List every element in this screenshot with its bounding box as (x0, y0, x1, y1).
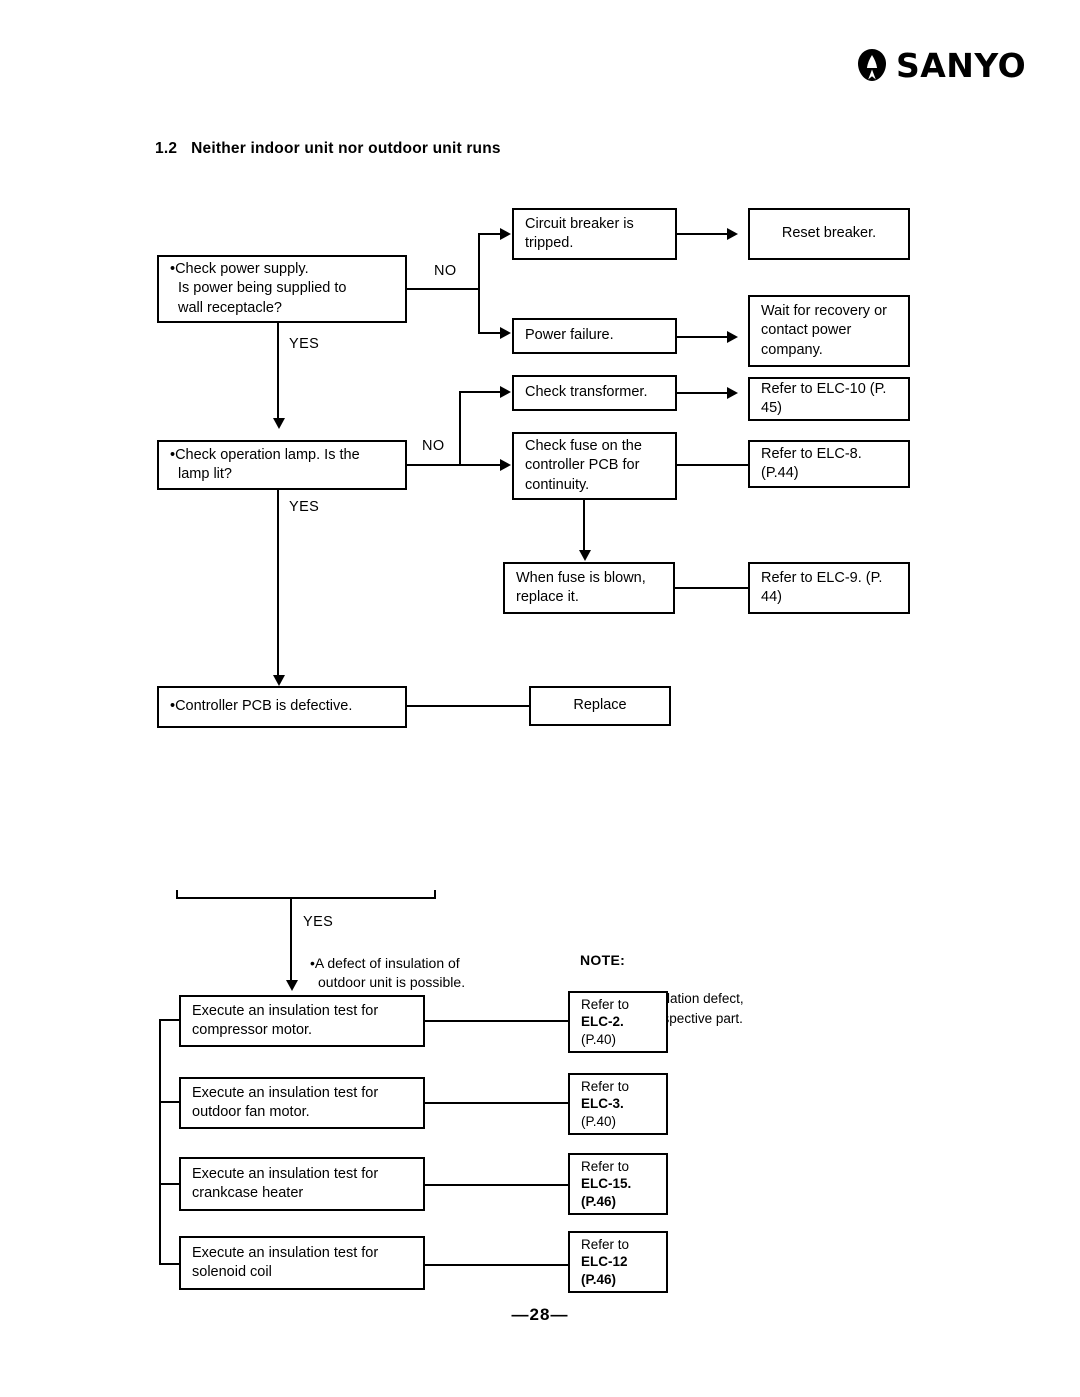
connector-q1-yes (277, 323, 279, 424)
label-q2-yes: YES (289, 499, 320, 515)
connector-q2-to-fuse (459, 464, 506, 466)
arrowhead-to-fuse (500, 459, 511, 471)
connector-pcb-to-replace (407, 705, 529, 707)
label-q1-yes: YES (289, 336, 320, 352)
ref-code-3: ELC-15. (581, 1176, 632, 1192)
arrowhead-to-fuseblown (579, 550, 591, 561)
section-heading: 1.2 Neither indoor unit nor outdoor unit … (155, 140, 501, 158)
label-flow2-yes: YES (303, 914, 334, 930)
connector-fuse-down (583, 500, 585, 555)
connector-fuse-to-elc8 (677, 464, 748, 466)
flow-box-check-operation-lamp: •Check operation lamp. Is the lamp lit? (157, 440, 407, 490)
flow-box-refer-elc8: Refer to ELC-8. (P.44) (748, 440, 910, 488)
flow-box-refer-3: Refer to ELC-15. (P.46) (568, 1153, 668, 1215)
flow-box-refer-elc9: Refer to ELC-9. (P. 44) (748, 562, 910, 614)
arrowhead-to-elc10 (727, 387, 738, 399)
flow-box-insulation-test-3: Execute an insulation test for crankcase… (179, 1157, 425, 1211)
connector-q2-split (459, 392, 461, 466)
sanyo-wordmark: SANYO (896, 45, 1027, 85)
flow-box-controller-pcb-defective: •Controller PCB is defective. (157, 686, 407, 728)
sanyo-logo: SANYO (855, 48, 1026, 82)
flow-box-refer-1: Refer to ELC-2. (P.40) (568, 991, 668, 1053)
connector-spine-row1 (159, 1019, 181, 1021)
spine-insulation-rows (159, 1019, 161, 1263)
ref-page-4: (P.46) (581, 1271, 617, 1287)
ref-page-1: (P.40) (581, 1031, 617, 1047)
connector-spine-row4 (159, 1263, 181, 1265)
flow-box-wait-recovery: Wait for recovery or contact power compa… (748, 295, 910, 367)
connector-q2-yes (277, 490, 279, 680)
connector-breaker-to-reset (677, 233, 733, 235)
connector-transformer-to-elc10 (677, 392, 733, 394)
bracket-right-tick-flow2 (434, 890, 436, 899)
arrowhead-to-transformer (500, 386, 511, 398)
arrowhead-to-wait (727, 331, 738, 343)
flow-box-insulation-test-4: Execute an insulation test for solenoid … (179, 1236, 425, 1290)
connector-q1-no (407, 288, 480, 290)
connector-spine-row2 (159, 1101, 181, 1103)
connector-fuseblown-to-elc9 (675, 587, 748, 589)
ref-code-4: ELC-12 (581, 1254, 628, 1270)
arrowhead-to-powerfail (500, 327, 511, 339)
arrowhead-to-controller-pcb (273, 675, 285, 686)
bracket-left-tick-flow2 (176, 890, 178, 899)
ref-lead-3: Refer to (581, 1158, 630, 1174)
flow-box-check-transformer: Check transformer. (512, 375, 677, 411)
page-number: —28— (511, 1305, 569, 1324)
arrowhead-to-q2 (273, 418, 285, 429)
connector-q1-split (478, 234, 480, 333)
flow-box-replace: Replace (529, 686, 671, 726)
flow-box-circuit-breaker-tripped: Circuit breaker is tripped. (512, 208, 677, 260)
ref-page-2: (P.40) (581, 1113, 617, 1129)
ref-code-1: ELC-2. (581, 1014, 624, 1030)
flow-box-power-failure: Power failure. (512, 318, 677, 354)
arrowhead-to-test-rows (286, 980, 298, 991)
arrowhead-to-breaker (500, 228, 511, 240)
section-number: 1.2 (155, 140, 178, 157)
section-title: Neither indoor unit nor outdoor unit run… (191, 140, 501, 157)
ref-code-2: ELC-3. (581, 1096, 624, 1112)
label-q1-no: NO (434, 263, 457, 279)
connector-q2-to-transformer (459, 391, 506, 393)
arrowhead-to-reset (727, 228, 738, 240)
ref-lead-2: Refer to (581, 1078, 630, 1094)
flow-box-refer-elc10: Refer to ELC-10 (P. 45) (748, 377, 910, 421)
flow-box-insulation-test-2: Execute an insulation test for outdoor f… (179, 1077, 425, 1129)
bracket-top-flow2 (176, 897, 436, 899)
flow-box-insulation-test-1: Execute an insulation test for compresso… (179, 995, 425, 1047)
ref-lead-4: Refer to (581, 1236, 630, 1252)
flow-box-check-fuse: Check fuse on the controller PCB for con… (512, 432, 677, 500)
flow-box-when-fuse-blown: When fuse is blown, replace it. (503, 562, 675, 614)
ref-page-3: (P.46) (581, 1193, 617, 1209)
connector-row3-to-ref (425, 1184, 568, 1186)
connector-flow2-yes (290, 897, 292, 986)
label-q2-no: NO (422, 438, 445, 454)
connector-row4-to-ref (425, 1264, 568, 1266)
flow-box-refer-4: Refer to ELC-12 (P.46) (568, 1231, 668, 1293)
flow-box-check-power-supply: •Check power supply. Is power being supp… (157, 255, 407, 323)
sanyo-emblem-icon (855, 48, 889, 82)
connector-spine-row3 (159, 1183, 181, 1185)
connector-powerfail-to-wait (677, 336, 733, 338)
connector-row2-to-ref (425, 1102, 568, 1104)
flow-box-refer-2: Refer to ELC-3. (P.40) (568, 1073, 668, 1135)
flow-box-reset-breaker: Reset breaker. (748, 208, 910, 260)
note-title: NOTE: (580, 951, 626, 968)
connector-row1-to-ref (425, 1020, 568, 1022)
document-page: SANYO 1.2 Neither indoor unit nor outdoor… (0, 0, 1080, 1397)
ref-lead-1: Refer to (581, 996, 630, 1012)
